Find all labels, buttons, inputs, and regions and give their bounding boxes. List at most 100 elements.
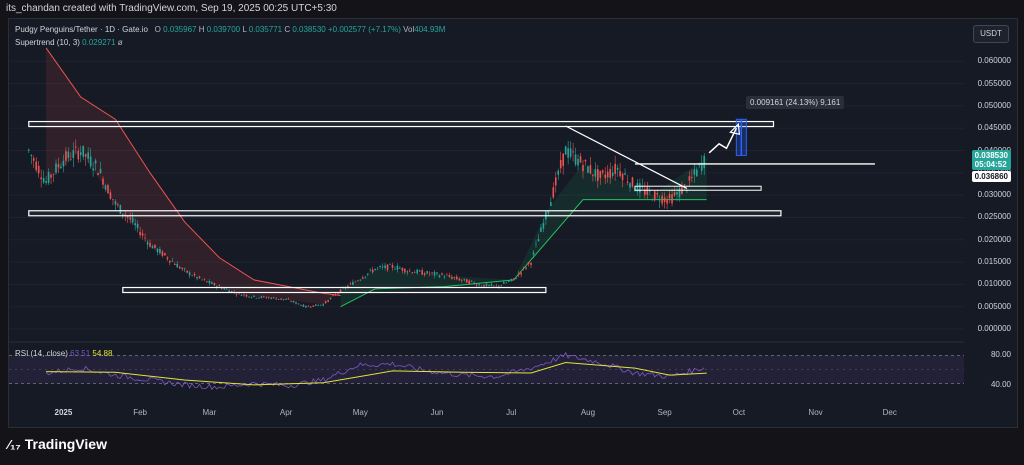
candle-body: [631, 177, 634, 187]
candle-body: [448, 275, 451, 277]
candle-body: [208, 281, 211, 284]
candle-body: [468, 280, 470, 284]
candle-body: [421, 270, 423, 275]
candle-body: [176, 263, 179, 268]
tradingview-logo[interactable]: ⁄₁₇ TradingView: [8, 436, 107, 452]
candle-body: [186, 270, 188, 273]
candle-body: [361, 277, 364, 279]
candle-body: [503, 282, 505, 284]
candle-body: [40, 177, 42, 180]
candle-body: [305, 305, 307, 308]
candle-body: [604, 174, 607, 179]
candle-body: [480, 285, 483, 287]
candle-body: [458, 278, 461, 281]
candle-body: [693, 169, 696, 175]
candle-body: [112, 199, 114, 200]
candle-body: [134, 223, 136, 226]
candle-body: [75, 146, 77, 148]
candle-body: [240, 294, 243, 296]
candle-body: [460, 279, 463, 281]
candle-body: [572, 151, 574, 153]
candle-body: [542, 223, 545, 229]
candle-body: [270, 297, 273, 299]
candle-body: [582, 165, 584, 172]
candle-body: [272, 297, 275, 298]
candle-body: [89, 156, 92, 167]
candle-body: [483, 284, 485, 287]
candle-body: [290, 301, 292, 302]
candle-body: [507, 281, 510, 282]
candle-body: [55, 163, 57, 173]
rsi-ma-value: 54.88: [92, 349, 113, 358]
candle-body: [433, 272, 436, 276]
candle-body: [109, 192, 112, 199]
candle-body: [352, 281, 354, 285]
time-tick: Dec: [882, 408, 897, 417]
time-tick: Oct: [732, 408, 746, 417]
candle-body: [495, 285, 498, 287]
candle-body: [535, 243, 537, 245]
candle-body: [530, 262, 532, 265]
candle-body: [465, 279, 468, 283]
time-tick: Mar: [202, 408, 217, 417]
candle-body: [381, 266, 384, 268]
price-tick: 0.045000: [977, 123, 1011, 133]
candle-body: [678, 188, 681, 198]
candle-body: [314, 304, 317, 306]
chart-panel[interactable]: Pudgy Penguins/Tether · 1D · Gate.io O 0…: [8, 18, 1018, 428]
candle-body: [144, 237, 146, 239]
candle-body: [589, 165, 592, 174]
candle-body: [285, 299, 287, 300]
price-tick: 0.020000: [977, 234, 1011, 244]
candle-body: [92, 168, 94, 171]
candle-body: [65, 151, 67, 161]
candle-body: [661, 195, 663, 204]
candle-body: [550, 202, 552, 206]
candle-body: [52, 174, 55, 175]
candle-body: [35, 161, 38, 171]
candle-body: [191, 275, 193, 277]
candle-body: [42, 178, 45, 183]
time-tick: 2025: [54, 408, 73, 417]
candle-body: [369, 269, 372, 271]
time-tick: Jul: [506, 408, 517, 417]
credit-bar: its_chandan created with TradingView.com…: [0, 0, 1024, 18]
candle-body: [451, 277, 453, 279]
candle-body: [50, 174, 52, 178]
candle-body: [94, 160, 97, 164]
candle-body: [146, 242, 149, 245]
candle-body: [77, 150, 80, 160]
measure-label: 0.009161 (24.13%) 9,161: [746, 96, 845, 109]
countdown: 05:04:52: [974, 160, 1007, 169]
candle-body: [154, 244, 156, 248]
candle-body: [473, 282, 475, 284]
candle-body: [62, 160, 65, 167]
candle-body: [329, 298, 332, 299]
candle-body: [624, 173, 626, 175]
price-chart[interactable]: [9, 19, 1017, 427]
candle-body: [557, 170, 560, 175]
time-tick: Jun: [430, 408, 444, 417]
candle-body: [688, 176, 691, 181]
candle-body: [493, 285, 495, 287]
candle-body: [282, 299, 285, 300]
candle-body: [658, 200, 661, 202]
candle-body: [537, 239, 540, 242]
candle-body: [599, 170, 602, 178]
candle-body: [616, 167, 619, 170]
candle-body: [297, 303, 300, 305]
candle-body: [37, 165, 40, 174]
candle-body: [188, 272, 191, 276]
candle-body: [198, 276, 201, 279]
candle-body: [317, 304, 320, 306]
candle-body: [117, 204, 119, 206]
candle-body: [129, 217, 132, 220]
candle-body: [515, 278, 517, 280]
candle-body: [520, 272, 522, 275]
price-tick: 0.030000: [977, 190, 1011, 200]
candle-body: [324, 301, 327, 304]
candle-body: [201, 279, 203, 281]
rsi-label[interactable]: RSI (14, close): [15, 349, 68, 358]
candle-body: [500, 285, 503, 286]
candle-body: [562, 153, 564, 167]
